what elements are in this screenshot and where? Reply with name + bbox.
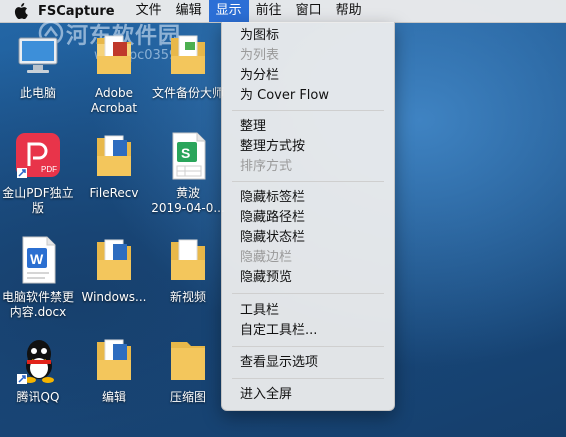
folder-icon (97, 135, 131, 176)
icon-label: 腾讯QQ (16, 390, 60, 404)
spreadsheet-icon: S (172, 132, 206, 180)
menu-item-show-view-options[interactable]: 查看显示选项 (222, 353, 394, 373)
menu-file[interactable]: 文件 (129, 0, 169, 22)
computer-icon (18, 37, 58, 73)
menu-item-as-list: 为列表 (240, 48, 280, 63)
menu-help[interactable]: 帮助 (329, 0, 369, 22)
icon-label: 新视频 (169, 290, 206, 304)
menu-separator (232, 346, 384, 347)
menu-separator (232, 110, 384, 111)
icon-label: 文件备份大师 (151, 86, 224, 100)
menu-item-as-columns[interactable]: 为分栏 (222, 66, 394, 86)
icon-label: FileRecv (89, 186, 139, 200)
folder-icon (171, 35, 205, 74)
desktop-icon-spreadsheet[interactable]: S 黄波 2019-04-0... (146, 132, 230, 216)
menu-item-hide-status-bar[interactable]: 隐藏状态栏 (222, 228, 394, 248)
menu-edit[interactable]: 编辑 (169, 0, 209, 22)
svg-text:PDF: PDF (41, 165, 57, 174)
menu-item-sort-by: 排序方式 (240, 159, 293, 174)
desktop-icon-jinshan-pdf[interactable]: PDF 金山PDF独立 版 (0, 132, 80, 216)
desktop-icon-backup-master[interactable]: 文件备份大师 (146, 32, 230, 101)
icon-label: 电脑软件禁更 (1, 290, 74, 304)
app-name-menu[interactable]: FSCapture (38, 4, 115, 19)
folder-icon (97, 339, 131, 380)
menu-item-hide-path-bar[interactable]: 隐藏路径栏 (222, 208, 394, 228)
menu-separator (232, 378, 384, 379)
menu-view[interactable]: 显示 (208, 0, 249, 22)
icon-label-line2: 2019-04-0... (151, 201, 225, 215)
icon-label-line2: 内容.docx (9, 305, 67, 319)
qq-icon (17, 340, 54, 384)
desktop-icon-edit-folder[interactable]: 编辑 (72, 336, 156, 405)
view-menu-dropdown: 为图标 为列表 为分栏 为 Cover Flow 整理 整理方式按 排序方式 隐… (221, 22, 395, 411)
desktop-icon-this-pc[interactable]: 此电脑 (0, 32, 80, 101)
icon-label: Windows... (81, 290, 147, 304)
menu-item-hide-tab-bar[interactable]: 隐藏标签栏 (222, 188, 394, 208)
icon-label: 黄波 (175, 186, 200, 200)
desktop-icon-adobe-acrobat[interactable]: Adobe Acrobat (72, 32, 156, 116)
menu-go[interactable]: 前往 (249, 0, 289, 22)
folder-icon (171, 342, 205, 380)
svg-text:S: S (181, 145, 190, 161)
svg-text:W: W (30, 251, 44, 267)
desktop-icon-windows-folder[interactable]: Windows... (72, 236, 156, 305)
icon-label: Adobe (95, 86, 133, 100)
folder-icon (171, 239, 205, 280)
menu-separator (232, 293, 384, 294)
desktop-icon-new-video[interactable]: 新视频 (146, 236, 230, 305)
menu-item-arrange[interactable]: 整理 (222, 117, 394, 137)
icon-label-line2: Acrobat (90, 101, 138, 115)
pdf-app-icon: PDF (16, 133, 60, 178)
menu-item-hide-preview[interactable]: 隐藏预览 (222, 268, 394, 288)
menu-item-as-icons[interactable]: 为图标 (222, 26, 394, 46)
menu-item-toolbar[interactable]: 工具栏 (222, 301, 394, 321)
menu-item-enter-full-screen[interactable]: 进入全屏 (222, 385, 394, 405)
menu-separator (232, 181, 384, 182)
icon-label: 压缩图 (169, 390, 206, 404)
menu-item-hide-sidebar: 隐藏边栏 (240, 250, 293, 265)
desktop-icon-word-doc[interactable]: W 电脑软件禁更 内容.docx (0, 236, 80, 320)
folder-icon (97, 239, 131, 280)
apple-icon[interactable] (14, 3, 28, 19)
menu-bar: FSCapture 文件 编辑 显示 前往 窗口 帮助 (0, 0, 566, 23)
desktop-icon-filerecv[interactable]: FileRecv (72, 132, 156, 201)
word-doc-icon: W (22, 236, 56, 284)
desktop-icon-compress-folder[interactable]: 压缩图 (146, 336, 230, 405)
icon-label: 此电脑 (19, 86, 56, 100)
menu-item-as-cover-flow[interactable]: 为 Cover Flow (222, 86, 394, 106)
icon-label-line2: 版 (31, 201, 44, 215)
icon-label: 金山PDF独立 (2, 186, 74, 200)
desktop-icon-qq[interactable]: 腾讯QQ (0, 336, 80, 405)
menu-item-customize-toolbar[interactable]: 自定工具栏... (222, 321, 394, 341)
menu-item-arrange-by[interactable]: 整理方式按 (222, 137, 394, 157)
menu-window[interactable]: 窗口 (289, 0, 329, 22)
folder-icon (97, 35, 131, 74)
icon-label: 编辑 (101, 390, 126, 404)
